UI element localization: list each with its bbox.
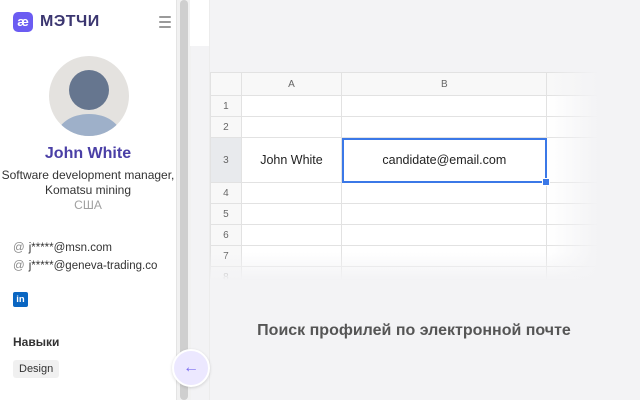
row-header[interactable]: 2 <box>210 116 242 138</box>
cell-b3-text: candidate@email.com <box>382 153 507 167</box>
row-header[interactable]: 5 <box>210 203 242 225</box>
email-row[interactable]: @ j*****@msn.com <box>13 242 163 258</box>
sheet-fade <box>210 252 598 280</box>
sidebar-scrollbar[interactable] <box>176 0 191 400</box>
sidebar-header: æ МЭТЧИ <box>0 0 176 46</box>
at-icon: @ <box>13 242 25 254</box>
cell-b3-selected[interactable]: candidate@email.com <box>341 137 551 186</box>
skill-chip: Design <box>13 360 60 378</box>
hamburger-menu-icon[interactable] <box>159 16 171 28</box>
brand-name: МЭТЧИ <box>40 13 100 30</box>
profile-sidebar: æ МЭТЧИ John White Software development … <box>0 0 176 400</box>
top-strip <box>190 0 210 46</box>
cell-b1[interactable] <box>341 95 548 117</box>
avatar-icon <box>57 70 121 136</box>
skills-title: Навыки <box>13 335 60 349</box>
corner-cell[interactable] <box>210 72 242 96</box>
row-header[interactable]: 1 <box>210 95 242 117</box>
cell-a5[interactable] <box>240 203 343 225</box>
cell-b4[interactable] <box>341 182 548 204</box>
profile-country: США <box>74 198 102 212</box>
avatar <box>49 56 129 136</box>
cell-a4[interactable] <box>240 182 343 204</box>
column-header-a[interactable]: A <box>240 72 343 96</box>
profile-position: Software development manager, Komatsu mi… <box>1 168 175 197</box>
logo-mark-icon: æ <box>13 12 33 32</box>
spreadsheet-grid: A B 1 2 3 John White candidate@email.com <box>210 72 598 280</box>
cell-a1[interactable] <box>240 95 343 117</box>
column-header-b[interactable]: B <box>341 72 548 96</box>
cell-a6[interactable] <box>240 224 343 246</box>
cell-a3[interactable]: John White <box>240 137 343 183</box>
row-header[interactable]: 4 <box>210 182 242 204</box>
arrow-left-icon: ← <box>183 359 199 376</box>
row-header[interactable]: 6 <box>210 224 242 246</box>
profile-name: John White <box>44 145 132 162</box>
caption: Поиск профилей по электронной почте <box>257 322 571 339</box>
spreadsheet: A B 1 2 3 John White candidate@email.com <box>210 72 598 280</box>
at-icon: @ <box>13 260 25 272</box>
collapse-sidebar-button[interactable]: ← <box>172 349 210 387</box>
cell-b6[interactable] <box>341 224 548 246</box>
cell-b2[interactable] <box>341 116 548 138</box>
email-text: j*****@msn.com <box>28 242 112 254</box>
cell-a2[interactable] <box>240 116 343 138</box>
cell-b5[interactable] <box>341 203 548 225</box>
email-text: j*****@geneva-trading.co <box>28 260 158 272</box>
email-row[interactable]: @ j*****@geneva-trading.co <box>13 260 163 276</box>
row-header[interactable]: 3 <box>210 137 242 183</box>
sheet-fade-right <box>548 72 598 280</box>
scrollbar-thumb[interactable] <box>180 0 188 400</box>
linkedin-icon[interactable]: in <box>13 292 28 307</box>
